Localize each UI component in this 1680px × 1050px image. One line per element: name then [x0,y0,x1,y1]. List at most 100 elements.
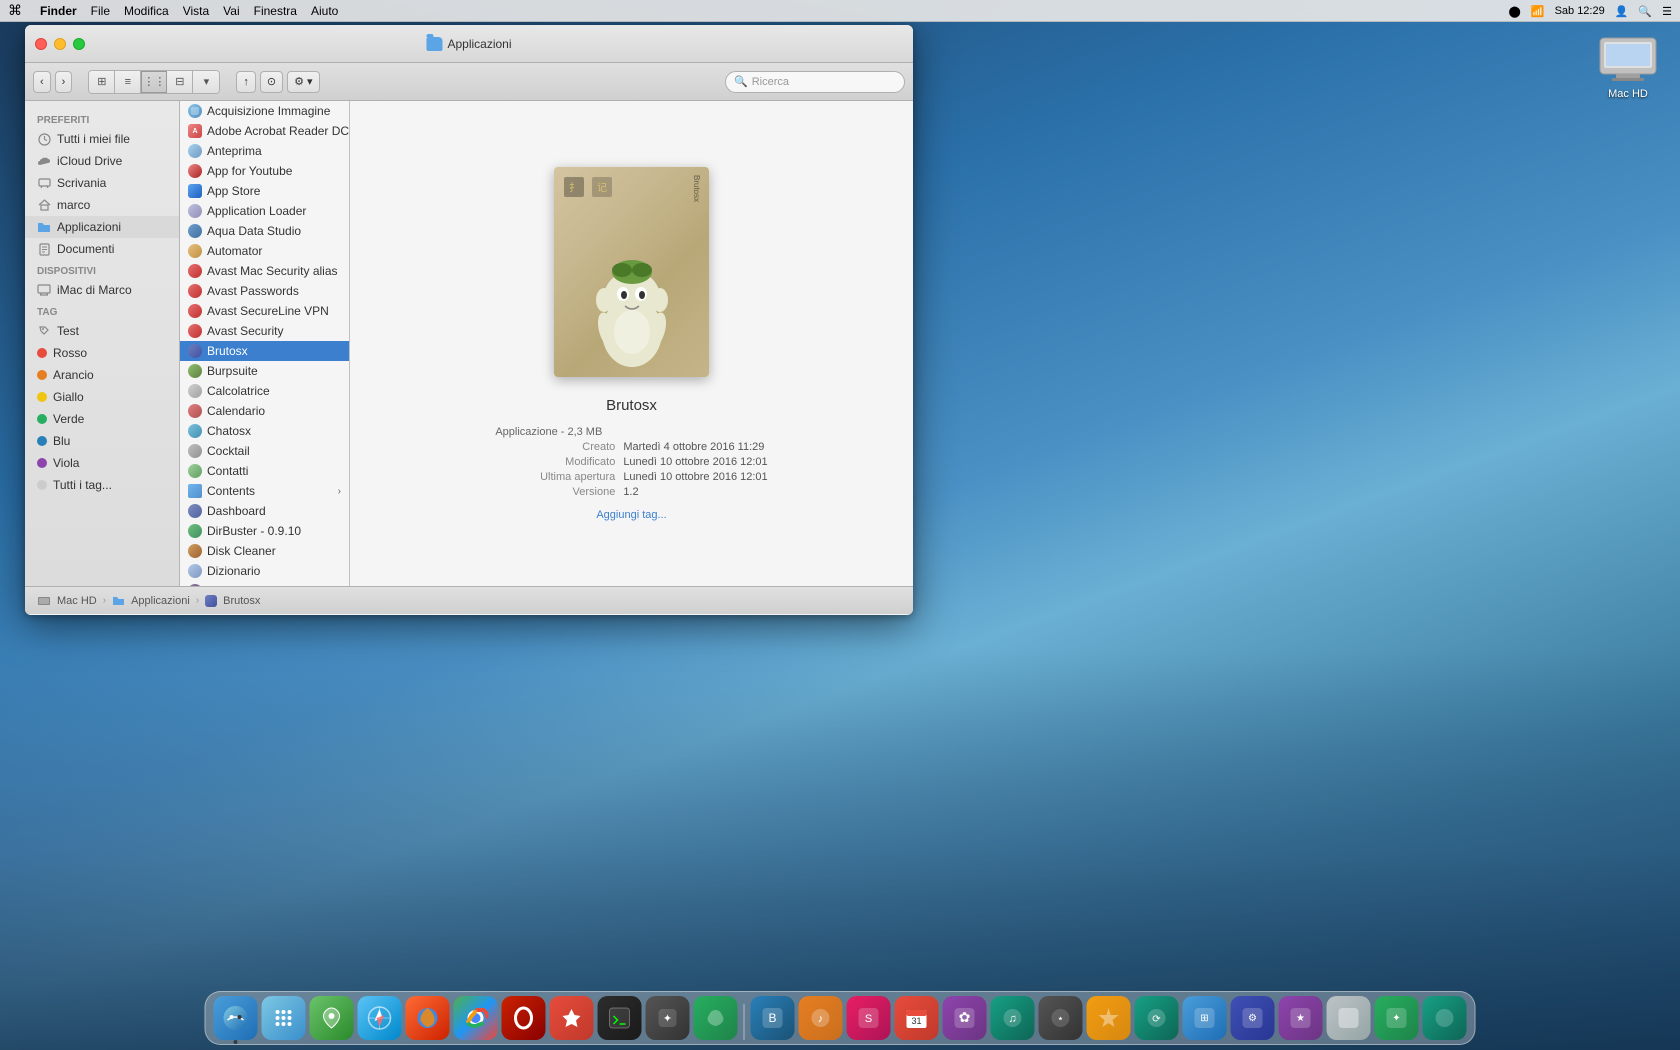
dock-app-red1[interactable] [550,996,594,1040]
menubar-list-icon[interactable]: ☰ [1662,5,1672,18]
view-menu[interactable]: Vista [183,4,209,18]
sidebar-item-tag-test[interactable]: Test [25,320,179,342]
file-item[interactable]: Avast SecureLine VPN [180,301,349,321]
tag-button[interactable]: ⊙ [260,71,283,93]
dock-app-indigo1[interactable]: ⚙ [1231,996,1275,1040]
sidebar-item-documenti[interactable]: Documenti [25,238,179,260]
file-item[interactable]: Chatosx [180,421,349,441]
file-item[interactable]: A Adobe Acrobat Reader DC [180,121,349,141]
close-button[interactable] [35,38,47,50]
dock-app-pink1[interactable]: S [847,996,891,1040]
action-button[interactable]: ⚙ ▾ [287,71,319,93]
sidebar-item-all-files[interactable]: Tutti i miei file [25,128,179,150]
file-item[interactable]: Calcolatrice [180,381,349,401]
dock-app-dark1[interactable]: ✦ [646,996,690,1040]
dock-app-blue1[interactable]: B [751,996,795,1040]
file-item[interactable]: Burpsuite [180,361,349,381]
file-menu[interactable]: File [91,4,110,18]
dock-safari[interactable] [358,996,402,1040]
dock-calendar[interactable]: 31 [895,996,939,1040]
file-item[interactable]: Avast Mac Security alias [180,261,349,281]
menubar-user-icon[interactable]: 👤 [1615,5,1629,18]
menubar-search-icon[interactable]: 🔍 [1638,5,1652,18]
back-button[interactable]: ‹ [33,71,51,93]
dock-firefox[interactable] [406,996,450,1040]
preview-created-value: Martedì 4 ottobre 2016 11:29 [623,441,764,453]
sidebar-item-tag-blu[interactable]: Blu [25,430,179,452]
dock-app-teal1[interactable]: ♫ [991,996,1035,1040]
icon-view-button[interactable]: ⊞ [89,71,115,93]
file-item[interactable]: DirBuster - 0.9.10 [180,521,349,541]
file-item[interactable]: App Store [180,181,349,201]
minimize-button[interactable] [54,38,66,50]
file-item[interactable]: Anteprima [180,141,349,161]
gallery-view-button[interactable]: ⊟ [167,71,193,93]
finder-menu[interactable]: Finder [40,4,77,18]
file-item[interactable]: Dizionario [180,561,349,581]
column-view-button[interactable]: ⋮⋮ [141,71,167,93]
sidebar-item-tag-arancio[interactable]: Arancio [25,364,179,386]
file-item[interactable]: Disk Cleaner [180,541,349,561]
dock-chrome[interactable] [454,996,498,1040]
dock-app-teal3[interactable] [1423,996,1467,1040]
add-tag-link[interactable]: Aggiungi tag... [596,509,666,521]
menubar-wifi-icon[interactable]: 📶 [1531,5,1545,18]
window-menu[interactable]: Finestra [254,4,297,18]
dock-app-blue2[interactable]: ⊞ [1183,996,1227,1040]
file-item[interactable]: Application Loader [180,201,349,221]
file-item[interactable]: Dashboard [180,501,349,521]
breadcrumb-machd[interactable]: Mac HD [57,595,97,607]
sidebar-item-marco[interactable]: marco [25,194,179,216]
go-menu[interactable]: Vai [223,4,239,18]
help-menu[interactable]: Aiuto [311,4,338,18]
file-item[interactable]: Avast Security [180,321,349,341]
sidebar-item-imac[interactable]: iMac di Marco [25,279,179,301]
dock-app-orange1[interactable]: ♪ [799,996,843,1040]
file-item[interactable]: App for Youtube [180,161,349,181]
file-item[interactable]: Acquisizione Immagine [180,101,349,121]
sidebar-item-all-tags[interactable]: Tutti i tag... [25,474,179,496]
sidebar-item-tag-giallo[interactable]: Giallo [25,386,179,408]
dock-app-purple2[interactable]: ★ [1279,996,1323,1040]
dock-terminal[interactable] [598,996,642,1040]
apple-menu[interactable]: ⌘ [8,2,22,19]
file-item[interactable]: Calendario [180,401,349,421]
list-view-button[interactable]: ≡ [115,71,141,93]
dock-app-green2[interactable]: ✦ [1375,996,1419,1040]
sidebar-item-icloud[interactable]: iCloud Drive [25,150,179,172]
file-item[interactable]: Automator [180,241,349,261]
share-button[interactable]: ↑ [236,71,256,93]
sidebar-item-applicazioni[interactable]: Applicazioni [25,216,179,238]
sidebar-item-tag-verde[interactable]: Verde [25,408,179,430]
menubar-extra-icon1[interactable]: ⬤ [1509,5,1521,18]
dock-app-purple1[interactable]: ✿ [943,996,987,1040]
dock-app-light1[interactable] [1327,996,1371,1040]
dock-finder[interactable] [214,996,258,1040]
app-icon [188,504,202,518]
file-item[interactable]: Cocktail [180,441,349,461]
breadcrumb-applicazioni[interactable]: Applicazioni [131,595,190,607]
file-item[interactable]: Aqua Data Studio [180,221,349,241]
file-item[interactable]: Contatti [180,461,349,481]
file-item[interactable]: Dungeons_a....Dragonshard [180,581,349,586]
file-item[interactable]: Contents › [180,481,349,501]
dock-app-teal2[interactable]: ⟳ [1135,996,1179,1040]
edit-menu[interactable]: Modifica [124,4,169,18]
sidebar-item-tag-rosso[interactable]: Rosso [25,342,179,364]
dock-launchpad[interactable] [262,996,306,1040]
sidebar-item-tag-viola[interactable]: Viola [25,452,179,474]
search-bar[interactable]: 🔍 Ricerca [725,71,905,93]
coverflow-button[interactable]: ▾ [193,71,219,93]
maximize-button[interactable] [73,38,85,50]
dock-app-dark2[interactable]: ⋆ [1039,996,1083,1040]
forward-button[interactable]: › [55,71,73,93]
dock-app-yellow1[interactable] [1087,996,1131,1040]
sidebar-item-scrivania[interactable]: Scrivania [25,172,179,194]
dock-opera[interactable] [502,996,546,1040]
file-item[interactable]: Avast Passwords [180,281,349,301]
desktop-hd[interactable]: Mac HD [1596,30,1660,100]
dock-maps[interactable] [310,996,354,1040]
breadcrumb-brutosx[interactable]: Brutosx [223,595,260,607]
dock-app-green1[interactable] [694,996,738,1040]
file-item-brutosx[interactable]: Brutosx [180,341,349,361]
